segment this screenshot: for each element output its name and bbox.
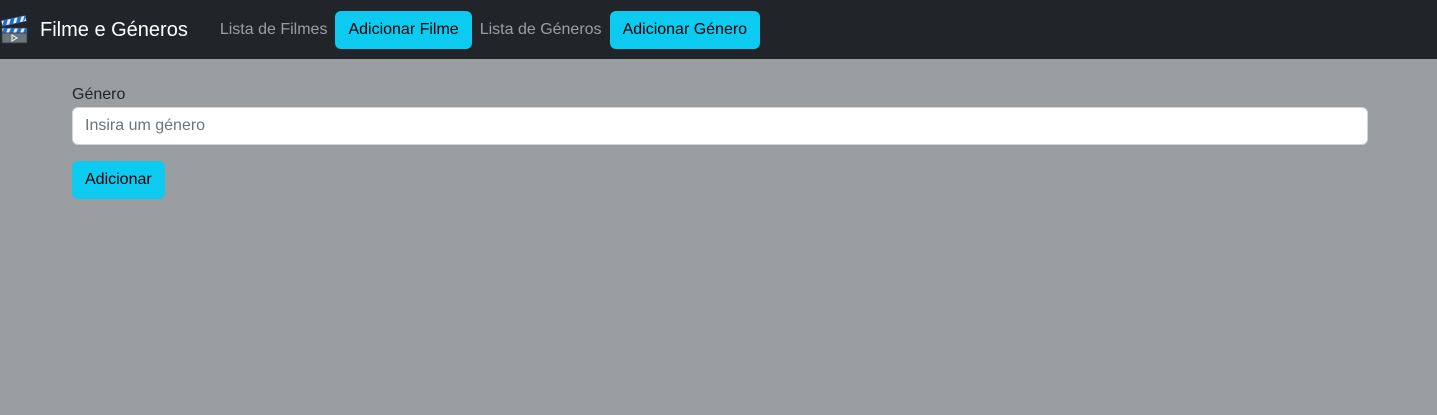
clapperboard-icon: [0, 14, 28, 43]
nav-link-lista-filmes[interactable]: Lista de Filmes: [212, 20, 336, 40]
main-content: Género Adicionar: [72, 84, 1368, 199]
genre-field-label: Género: [72, 86, 126, 103]
genre-input[interactable]: [72, 107, 1368, 145]
add-genre-form: Género Adicionar: [72, 84, 1368, 199]
brand[interactable]: Filme e Géneros: [0, 14, 204, 45]
nav-button-adicionar-filme[interactable]: Adicionar Filme: [335, 10, 472, 49]
nav-link-lista-generos[interactable]: Lista de Géneros: [472, 20, 610, 40]
navbar: Filme e Géneros Lista de Filmes Adiciona…: [0, 0, 1437, 59]
nav-button-adicionar-genero[interactable]: Adicionar Género: [609, 10, 761, 49]
brand-title: Filme e Géneros: [40, 18, 188, 41]
add-button[interactable]: Adicionar: [72, 161, 165, 199]
